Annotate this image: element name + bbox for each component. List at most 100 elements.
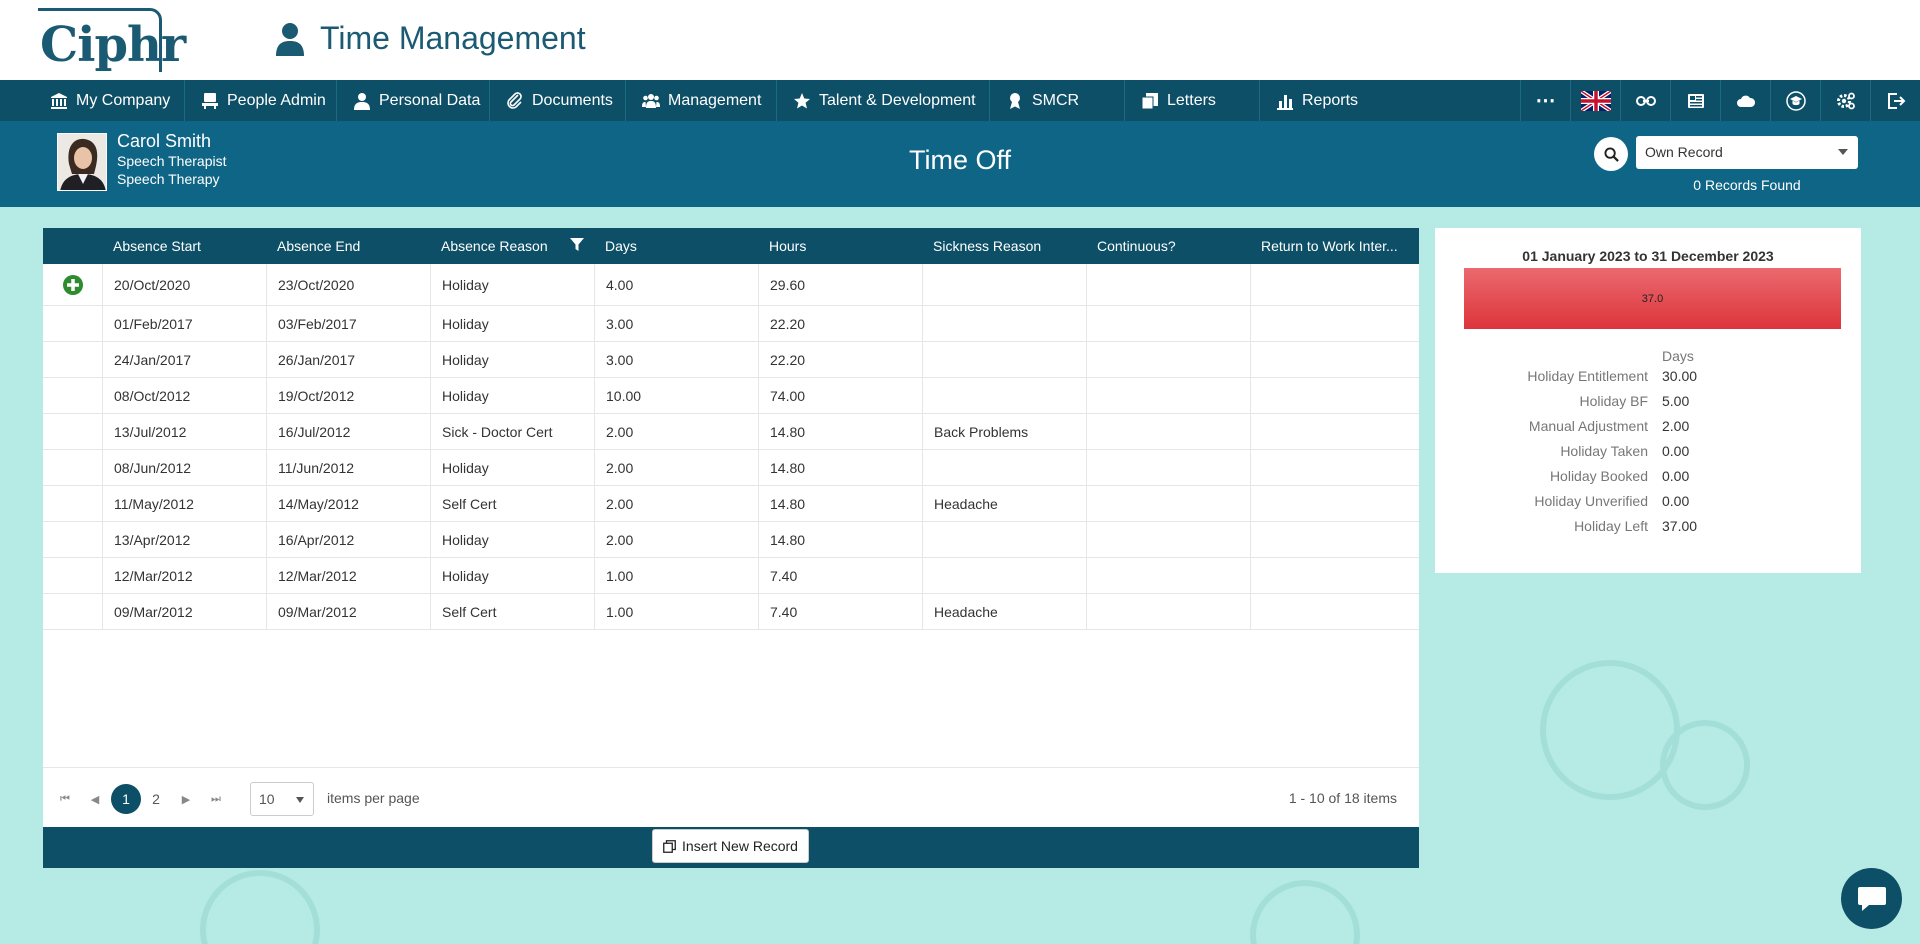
stat-row: Holiday Booked 0.00 [1435,468,1861,493]
cell-hours: 7.40 [758,594,922,629]
table-row[interactable]: 11/May/2012 14/May/2012 Self Cert 2.00 14.80… [43,486,1419,522]
table-row[interactable]: 24/Jan/2017 26/Jan/2017 Holiday 3.00 22.20 [43,342,1419,378]
cell-text: Sick - Doctor Cert [442,423,553,440]
cell-row-actions [43,378,102,413]
newspaper-icon[interactable] [1670,80,1720,121]
cell-return-to-work [1250,486,1419,521]
nav-item-documents[interactable]: Documents [490,80,626,121]
chat-bubble-icon [1857,886,1886,911]
cell-text: 09/Mar/2012 [278,603,357,620]
search-button[interactable] [1594,137,1628,171]
cell-row-actions [43,594,102,629]
cell-absence-end: 16/Jul/2012 [266,414,430,449]
stat-value: 0.00 [1662,443,1690,459]
add-record-icon[interactable] [62,274,84,296]
first-page-button[interactable]: ⏮ [53,787,77,811]
cloud-icon[interactable] [1720,80,1770,121]
column-header-continuous[interactable]: Continuous? [1086,228,1250,264]
cell-days: 2.00 [594,414,758,449]
cell-text: 2.00 [606,531,634,548]
cell-hours: 14.80 [758,486,922,521]
table-row[interactable]: 08/Oct/2012 19/Oct/2012 Holiday 10.00 74.00 [43,378,1419,414]
nav-item-people-admin[interactable]: People Admin [185,80,337,121]
cell-return-to-work [1250,594,1419,629]
record-filter-select[interactable]: Own Record [1636,136,1858,169]
filter-icon[interactable] [570,238,584,252]
cell-text: Holiday [442,531,489,548]
cell-text: Holiday [442,315,489,332]
stat-row: Holiday BF 5.00 [1435,393,1861,418]
table-row[interactable]: 01/Feb/2017 03/Feb/2017 Holiday 3.00 22.20 [43,306,1419,342]
column-header-absence-end[interactable]: Absence End [266,228,430,264]
nav-label: Talent & Development [819,91,976,109]
stat-label: Manual Adjustment [1528,418,1648,434]
uk-flag-icon[interactable] [1570,80,1620,121]
nav-item-letters[interactable]: Letters [1125,80,1260,121]
cell-days: 2.00 [594,486,758,521]
cell-absence-end: 11/Jun/2012 [266,450,430,485]
column-header-days[interactable]: Days [594,228,758,264]
cell-days: 3.00 [594,342,758,377]
holiday-bar-value: 37.0 [1641,292,1664,305]
stat-label: Holiday Left [1574,518,1648,534]
last-page-button[interactable]: ⏭ [204,787,228,811]
chat-button[interactable] [1841,868,1902,929]
table-row[interactable]: 13/Apr/2012 16/Apr/2012 Holiday 2.00 14.80 [43,522,1419,558]
time-off-grid: Absence Start Absence End Absence Reason… [43,228,1419,868]
cell-text: 7.40 [770,603,798,620]
bank-icon [51,92,67,109]
stat-row: Holiday Unverified 0.00 [1435,493,1861,518]
settings-icon[interactable] [1820,80,1870,121]
nav-item-personal-data[interactable]: Personal Data [337,80,490,121]
next-page-button[interactable]: ▶ [174,787,198,811]
cell-text: Back Problems [934,423,1029,440]
table-row[interactable]: 13/Jul/2012 16/Jul/2012 Sick - Doctor Cert… [43,414,1419,450]
cell-text: 74.00 [770,387,806,404]
pager: ⏮ ◀ 1 2 ▶ ⏭ 10 items per page 1 - 10 of … [43,767,1419,829]
page-size-select[interactable]: 10 [250,782,314,816]
cell-days: 1.00 [594,594,758,629]
logout-icon[interactable] [1870,80,1920,121]
stat-row: Holiday Left 37.00 [1435,518,1861,543]
page-button[interactable]: 1 [111,784,141,814]
page-button[interactable]: 2 [141,784,171,814]
graduation-icon[interactable] [1770,80,1820,121]
holiday-left-bar[interactable]: 37.0 [1464,268,1841,329]
link-icon[interactable] [1620,80,1670,121]
nav-item-reports[interactable]: Reports [1260,80,1395,121]
more-icon[interactable]: ⋯ [1520,80,1570,121]
cell-text: 13/Apr/2012 [114,531,191,548]
table-row[interactable]: 08/Jun/2012 11/Jun/2012 Holiday 2.00 14.80 [43,450,1419,486]
nav-item-management[interactable]: Management [626,80,777,121]
table-row[interactable]: 20/Oct/2020 23/Oct/2020 Holiday 4.00 29.60 [43,264,1419,306]
cell-absence-reason: Holiday [430,264,594,305]
cell-row-actions [43,342,102,377]
column-header-sickness-reason[interactable]: Sickness Reason [922,228,1086,264]
table-row[interactable]: 12/Mar/2012 12/Mar/2012 Holiday 1.00 7.40 [43,558,1419,594]
cell-text: 2.00 [606,423,634,440]
cell-continuous [1086,522,1250,557]
cell-text: Holiday [442,459,489,476]
column-header-absence-start[interactable]: Absence Start [102,228,266,264]
insert-new-record-button[interactable]: Insert New Record [652,829,809,863]
previous-page-button[interactable]: ◀ [83,787,107,811]
top-header: Ciphr Time Management [0,0,1920,80]
cell-continuous [1086,264,1250,305]
column-header-return-to-work[interactable]: Return to Work Inter... [1250,228,1419,264]
cell-days: 2.00 [594,522,758,557]
nav-item-my-company[interactable]: My Company [0,80,185,121]
cell-hours: 14.80 [758,450,922,485]
column-header-hours[interactable]: Hours [758,228,922,264]
cell-absence-end: 14/May/2012 [266,486,430,521]
nav-item-talent-development[interactable]: Talent & Development [777,80,990,121]
app-title: Time Management [274,20,586,57]
cell-absence-start: 08/Oct/2012 [102,378,266,413]
stat-row: Holiday Entitlement 30.00 [1435,368,1861,393]
nav-item-smcr[interactable]: SMCR [990,80,1125,121]
cell-absence-start: 13/Apr/2012 [102,522,266,557]
table-row[interactable]: 09/Mar/2012 09/Mar/2012 Self Cert 1.00 7.40 H… [43,594,1419,630]
cell-absence-start: 20/Oct/2020 [102,264,266,305]
ciphr-logo[interactable]: Ciphr [38,8,186,73]
cell-text: Holiday [442,276,489,293]
cell-text: Self Cert [442,495,497,512]
